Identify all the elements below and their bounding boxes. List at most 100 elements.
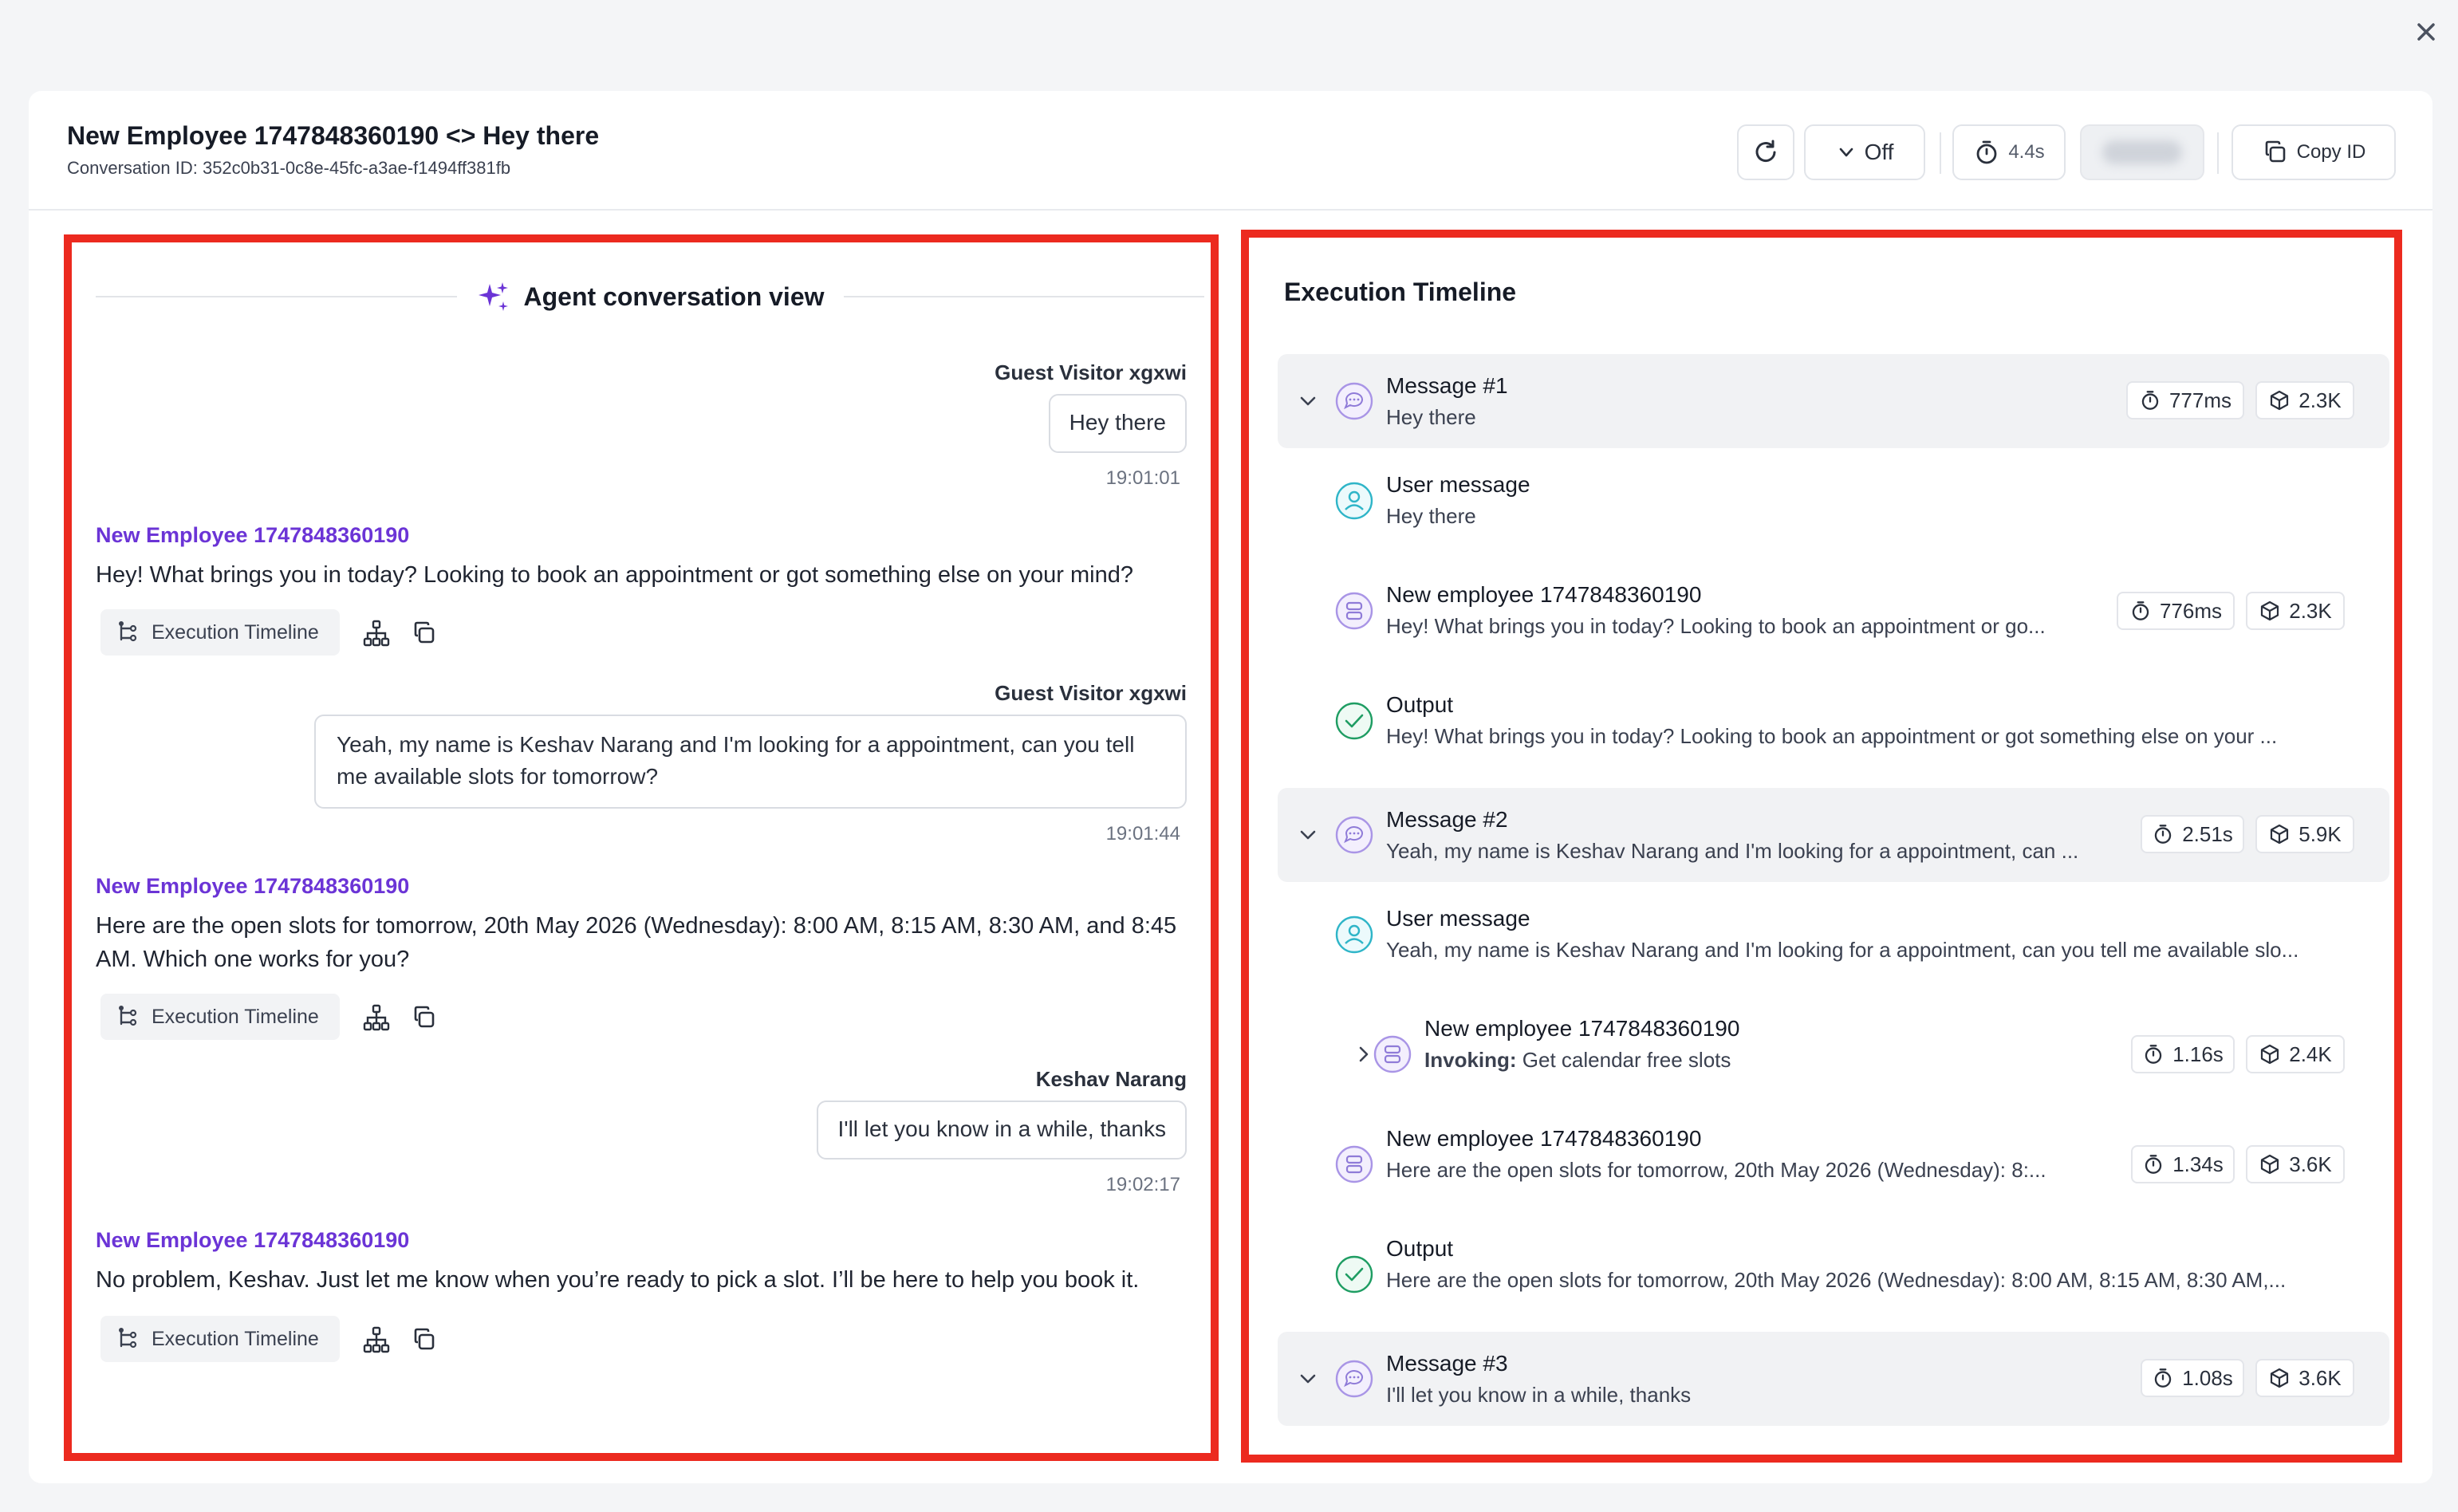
message-timestamp: 19:01:44: [1105, 823, 1180, 845]
duration-label: 1.08s: [2182, 1365, 2233, 1390]
cube-icon: [2271, 824, 2289, 845]
cube-icon: [2271, 390, 2289, 411]
execution-timeline-panel: Execution Timeline Message #1 Hey there …: [1241, 230, 2402, 1463]
message-sender: Keshav Narang: [1035, 1067, 1187, 1091]
hierarchy-button[interactable]: [360, 1002, 392, 1034]
duration-label: 2.51s: [2182, 821, 2233, 846]
hierarchy-icon: [363, 1326, 390, 1353]
chat-bubble-icon: [1335, 382, 1373, 420]
agent-message-text: Here are the open slots for tomorrow, 20…: [96, 913, 1177, 972]
step-subtitle: Yeah, my name is Keshav Narang and I'm l…: [1386, 938, 2299, 962]
hierarchy-icon: [363, 1004, 390, 1031]
user-message-bubble: I'll let you know in a while, thanks: [817, 1101, 1187, 1160]
copy-message-button[interactable]: [408, 1002, 440, 1034]
execution-timeline-button[interactable]: Execution Timeline: [100, 994, 340, 1040]
token-label: 3.6K: [2298, 1365, 2342, 1390]
chevron-down-icon: [1300, 396, 1316, 406]
chat-bubble-icon: [1335, 816, 1373, 854]
agent-name[interactable]: New Employee 1747848360190: [96, 523, 409, 548]
token-label: 3.6K: [2289, 1152, 2332, 1176]
step-subtitle: Invoking: Get calendar free slots: [1424, 1048, 1731, 1073]
agent-icon: [1373, 1035, 1412, 1073]
message-timestamp: 19:01:01: [1105, 467, 1180, 489]
chevron-down-icon: [1839, 148, 1853, 157]
step-subtitle: Hey there: [1386, 504, 1476, 528]
message-sender: Guest Visitor xgxwi: [995, 681, 1187, 705]
execution-timeline-label: Execution Timeline: [152, 620, 319, 644]
cube-icon: [2261, 1044, 2279, 1065]
copy-id-label: Copy ID: [2296, 141, 2366, 163]
duration-badge: 776ms: [2117, 592, 2235, 630]
execution-timeline-button[interactable]: Execution Timeline: [100, 1316, 340, 1362]
duration-badge: 777ms: [2126, 381, 2244, 419]
duration-label: 776ms: [2159, 598, 2223, 623]
invoking-tool: Get calendar free slots: [1522, 1048, 1731, 1072]
execution-timeline-label: Execution Timeline: [152, 1005, 319, 1028]
refresh-button[interactable]: [1737, 124, 1794, 180]
copy-message-button[interactable]: [408, 617, 440, 649]
step-title: New employee 1747848360190: [1386, 1126, 1702, 1151]
step-subtitle: Hey! What brings you in today? Looking t…: [1386, 724, 2278, 748]
token-label: 5.9K: [2298, 821, 2342, 846]
message-subtitle: Yeah, my name is Keshav Narang and I'm l…: [1386, 839, 2079, 863]
conversation-id: Conversation ID: 352c0b31-0c8e-45fc-a3ae…: [67, 158, 511, 178]
step-title: User message: [1386, 472, 1530, 497]
timeline-message-row[interactable]: Message #2 Yeah, my name is Keshav Naran…: [1278, 788, 2389, 882]
duration-badge: 4.4s: [1952, 124, 2066, 180]
close-button[interactable]: [2412, 18, 2440, 46]
timeline-message-row[interactable]: Message #1 Hey there 777ms 2.3K: [1278, 354, 2389, 448]
chevron-right-icon[interactable]: [1353, 1043, 1375, 1065]
agent-name[interactable]: New Employee 1747848360190: [96, 874, 409, 899]
execution-timeline-label: Execution Timeline: [152, 1327, 319, 1350]
execution-timeline-button[interactable]: Execution Timeline: [100, 609, 340, 656]
duration-label: 4.4s: [2008, 141, 2045, 163]
auto-refresh-toggle[interactable]: Off: [1804, 124, 1925, 180]
step-title: Output: [1386, 692, 1454, 717]
check-circle-icon: [1335, 702, 1373, 740]
conversation-heading: Agent conversation view: [96, 274, 1205, 319]
user-message-bubble: Yeah, my name is Keshav Narang and I'm l…: [314, 715, 1187, 809]
copy-icon: [414, 621, 435, 644]
toggle-label: Off: [1864, 140, 1894, 164]
token-badge: 2.4K: [2246, 1035, 2345, 1073]
hierarchy-button[interactable]: [360, 617, 392, 649]
token-badge: 3.6K: [2246, 1145, 2345, 1183]
copy-icon: [2265, 140, 2285, 163]
stopwatch-icon: [1976, 140, 1997, 164]
cube-icon: [2261, 1154, 2279, 1175]
conversation-heading-label: Agent conversation view: [523, 282, 825, 311]
stopwatch-icon: [2145, 1045, 2162, 1064]
agent-name[interactable]: New Employee 1747848360190: [96, 1228, 409, 1253]
copy-message-button[interactable]: [408, 1324, 440, 1356]
chat-bubble-icon: [1335, 1360, 1373, 1398]
timeline-tree-icon: [119, 1006, 137, 1026]
user-icon: [1335, 482, 1373, 520]
check-circle-icon: [1335, 1255, 1373, 1293]
step-title: Output: [1386, 1236, 1454, 1261]
token-label: 2.3K: [2298, 388, 2342, 412]
duration-badge: 2.51s: [2141, 815, 2244, 853]
step-subtitle: Hey! What brings you in today? Looking t…: [1386, 614, 2046, 638]
page-title: New Employee 1747848360190 <> Hey there: [67, 121, 600, 150]
token-badge: 2.3K: [2246, 592, 2345, 630]
cube-icon: [2261, 600, 2279, 621]
message-subtitle: Hey there: [1386, 405, 1476, 429]
message-title: Message #3: [1386, 1351, 1508, 1376]
divider: [96, 296, 457, 297]
redacted-content: [2102, 140, 2182, 164]
sparkle-icon: [478, 282, 508, 311]
token-badge: 3.6K: [2255, 1359, 2354, 1397]
copy-id-button[interactable]: Copy ID: [2232, 124, 2396, 180]
user-message-bubble: Hey there: [1048, 394, 1187, 453]
chevron-down-icon: [1300, 1374, 1316, 1384]
duration-badge: 1.08s: [2141, 1359, 2244, 1397]
hierarchy-icon: [363, 620, 390, 647]
refresh-icon: [1755, 140, 1776, 163]
message-timestamp: 19:02:17: [1105, 1174, 1180, 1195]
hierarchy-button[interactable]: [360, 1324, 392, 1356]
agent-message-text: Hey! What brings you in today? Looking t…: [96, 562, 1133, 588]
timeline-message-row[interactable]: Message #3 I'll let you know in a while,…: [1278, 1332, 2389, 1426]
token-badge: 5.9K: [2255, 815, 2354, 853]
token-badge: 2.3K: [2255, 381, 2354, 419]
modal-header: New Employee 1747848360190 <> Hey there …: [29, 91, 2432, 211]
